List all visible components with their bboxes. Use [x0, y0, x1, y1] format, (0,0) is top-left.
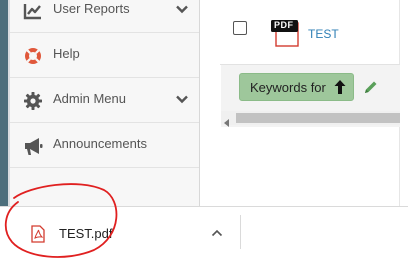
horizontal-scrollbar[interactable]: [221, 111, 400, 127]
pdf-file-icon: [31, 225, 45, 243]
scroll-left-icon[interactable]: [224, 114, 230, 127]
app-frame-edge: [0, 0, 8, 206]
sidebar-item-help[interactable]: Help: [10, 33, 199, 78]
keywords-button-label: Keywords for: [250, 80, 326, 95]
sidebar-item-announcements[interactable]: Announcements: [10, 123, 199, 168]
sidebar-item-label: User Reports: [53, 1, 130, 16]
sidebar-item-label: Help: [53, 46, 80, 61]
file-row-checkbox[interactable]: [233, 21, 247, 35]
download-shelf: TEST.pdf: [0, 206, 408, 263]
pdf-badge-text: PDF: [274, 20, 294, 30]
chevron-down-icon[interactable]: [175, 92, 189, 106]
pdf-file-icon: PDF: [270, 19, 302, 47]
keywords-sort-button[interactable]: Keywords for: [239, 73, 354, 101]
download-item[interactable]: TEST.pdf: [13, 220, 238, 252]
megaphone-icon: [22, 135, 44, 157]
gear-icon: [22, 90, 44, 112]
arrow-up-icon: [333, 79, 347, 95]
pencil-icon[interactable]: [363, 79, 379, 95]
vertical-scrollbar[interactable]: [399, 0, 408, 206]
line-chart-icon: [22, 0, 44, 22]
sidebar-item-admin-menu[interactable]: Admin Menu: [10, 78, 199, 123]
download-file-name: TEST.pdf: [59, 226, 113, 241]
chevron-up-icon[interactable]: [210, 226, 224, 240]
lifebuoy-icon: [22, 45, 44, 67]
chevron-down-icon[interactable]: [175, 2, 189, 16]
download-bar-divider: [240, 215, 241, 249]
sidebar-item-label: Announcements: [53, 136, 147, 151]
sidebar-item-label: Admin Menu: [53, 91, 126, 106]
file-name-link[interactable]: TEST: [308, 27, 339, 41]
sidebar: User Reports Help Admin Menu Announcemen…: [10, 0, 200, 206]
scrollbar-thumb[interactable]: [236, 113, 400, 123]
sidebar-item-user-reports[interactable]: User Reports: [10, 0, 199, 33]
